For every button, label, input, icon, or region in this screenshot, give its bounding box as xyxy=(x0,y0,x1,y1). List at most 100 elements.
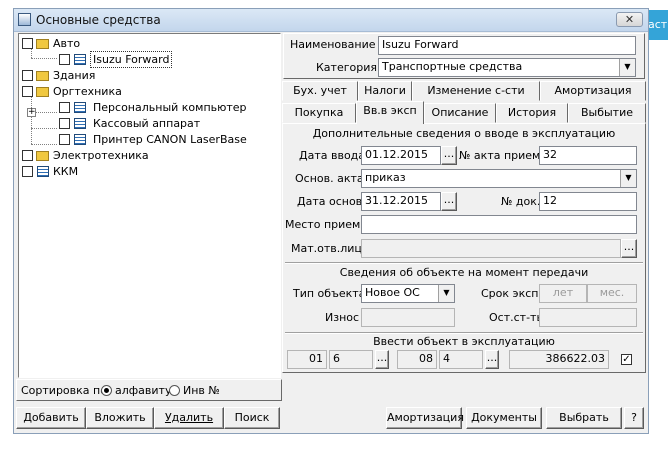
residual-input[interactable] xyxy=(539,308,637,327)
sort-option-alpha[interactable]: алфавиту xyxy=(115,384,171,397)
basis-date-picker-button[interactable]: ... xyxy=(441,192,457,211)
sort-radio-inv[interactable] xyxy=(169,385,180,396)
tree-checkbox[interactable] xyxy=(22,166,33,177)
tree-checkbox[interactable] xyxy=(59,102,70,113)
title-bar[interactable]: Основные средства ✕ xyxy=(14,9,648,32)
table-icon xyxy=(74,54,86,65)
basis-value: приказ xyxy=(365,171,406,184)
chevron-down-icon[interactable]: ▼ xyxy=(438,285,454,302)
table-icon xyxy=(74,118,86,129)
folder-icon xyxy=(36,39,49,49)
wear-label: Износ xyxy=(325,311,360,324)
table-icon xyxy=(74,134,86,145)
tree-item-office[interactable]: Оргтехника xyxy=(53,84,122,99)
category-label: Категория xyxy=(316,61,377,74)
tab-commissioning[interactable]: Вв.в эксп xyxy=(356,101,424,124)
tree-checkbox[interactable] xyxy=(59,54,70,65)
tree-checkbox[interactable] xyxy=(22,150,33,161)
tree-checkbox[interactable] xyxy=(59,134,70,145)
app-icon xyxy=(18,13,31,26)
tab-taxes[interactable]: Налоги xyxy=(358,81,412,101)
tree-item-cash[interactable]: Кассовый аппарат xyxy=(93,116,200,131)
doc-no-label: № док. xyxy=(501,195,541,208)
documents-button[interactable]: Документы xyxy=(466,407,542,429)
date-input[interactable]: 01.12.2015 xyxy=(361,146,441,165)
tree-checkbox[interactable] xyxy=(22,70,33,81)
doc-no-input[interactable]: 12 xyxy=(539,192,637,211)
tree-item-auto[interactable]: Авто xyxy=(53,36,80,51)
tab-description[interactable]: Описание xyxy=(424,103,496,123)
term-months-input[interactable]: мес. xyxy=(587,284,637,303)
tree-item-buildings[interactable]: Здания xyxy=(53,68,95,83)
background-window-edge: аст xyxy=(648,10,668,40)
tab-purchase[interactable]: Покупка xyxy=(282,103,356,123)
tab-content-panel: Дополнительные сведения о вводе в эксплу… xyxy=(282,123,646,373)
tab-history[interactable]: История xyxy=(496,103,568,123)
basis-select[interactable]: приказ ▼ xyxy=(361,169,637,188)
tab-buh[interactable]: Бух. учет xyxy=(282,81,358,101)
commission-checkbox[interactable]: ✓ xyxy=(621,354,632,365)
period-field-3[interactable]: 08 xyxy=(397,350,437,369)
chevron-down-icon[interactable]: ▼ xyxy=(620,170,636,187)
tree-item-printer[interactable]: Принтер CANON LaserBase xyxy=(93,132,247,147)
intro-title: Дополнительные сведения о вводе в эксплу… xyxy=(312,127,616,140)
help-button[interactable]: ? xyxy=(624,407,644,429)
table-icon xyxy=(74,102,86,113)
divider xyxy=(285,332,643,334)
term-years-input[interactable]: лет xyxy=(539,284,587,303)
header-panel: Наименование Isuzu Forward Категория Тра… xyxy=(283,33,645,79)
basis-date-input[interactable]: 31.12.2015 xyxy=(361,192,441,211)
tree-checkbox[interactable] xyxy=(22,38,33,49)
category-select[interactable]: Транспортные средства ▼ xyxy=(378,58,636,77)
responsible-input[interactable] xyxy=(361,239,621,258)
name-field[interactable]: Isuzu Forward xyxy=(378,36,636,55)
tree-connector xyxy=(35,112,57,113)
sort-option-inv[interactable]: Инв № xyxy=(183,384,220,397)
tree-item-pc[interactable]: Персональный компьютер xyxy=(93,100,247,115)
tree-item-isuzu[interactable]: Isuzu Forward xyxy=(89,51,173,68)
period-picker-button-2[interactable]: ... xyxy=(485,350,499,369)
window-title: Основные средства xyxy=(36,13,161,27)
tree-item-kkm[interactable]: ККМ xyxy=(53,164,78,179)
amount-field[interactable]: 386622.03 xyxy=(509,350,609,369)
tab-disposal[interactable]: Выбытие xyxy=(568,103,646,123)
tree-item-electro[interactable]: Электротехника xyxy=(53,148,149,163)
tab-amortization[interactable]: Амортизация xyxy=(540,81,646,101)
folder-icon xyxy=(36,71,49,81)
act-no-input[interactable]: 32 xyxy=(539,146,637,165)
sort-label: Сортировка по xyxy=(21,384,107,397)
select-button[interactable]: Выбрать xyxy=(546,407,622,429)
folder-icon xyxy=(36,151,49,161)
place-input[interactable] xyxy=(361,215,637,234)
tree-checkbox[interactable] xyxy=(59,118,70,129)
tree-checkbox[interactable] xyxy=(22,86,33,97)
close-button[interactable]: ✕ xyxy=(616,12,643,27)
residual-label: Ост.ст-ть xyxy=(489,311,543,324)
sort-panel: Сортировка по алфавиту Инв № xyxy=(16,379,282,401)
tree-panel[interactable]: Авто Isuzu Forward Здания Оргтехника + П… xyxy=(18,33,281,378)
object-type-label: Тип объекта xyxy=(293,287,366,300)
period-field-1[interactable]: 01 xyxy=(287,350,327,369)
responsible-picker-button[interactable]: ... xyxy=(621,239,637,258)
basis-label: Основ. акта xyxy=(295,172,364,185)
main-window: Основные средства ✕ Авто Isuzu Forward З… xyxy=(13,8,649,434)
chevron-down-icon[interactable]: ▼ xyxy=(619,59,635,76)
tab-value-change[interactable]: Изменение с-сти xyxy=(412,81,540,101)
date-label: Дата ввода xyxy=(299,149,366,162)
category-value: Транспортные средства xyxy=(382,60,523,73)
insert-button[interactable]: Вложить xyxy=(86,407,154,429)
object-type-select[interactable]: Новое ОС ▼ xyxy=(361,284,455,303)
amortization-button[interactable]: Амортизация xyxy=(386,407,464,429)
date-picker-button[interactable]: ... xyxy=(441,146,457,165)
sort-radio-alpha[interactable] xyxy=(101,385,112,396)
wear-input[interactable] xyxy=(361,308,455,327)
expand-icon[interactable]: + xyxy=(27,108,36,117)
period-field-2[interactable]: 6 xyxy=(329,350,373,369)
search-button[interactable]: Поиск xyxy=(224,407,280,429)
transfer-title: Сведения об объекте на момент передачи xyxy=(339,266,589,279)
add-button[interactable]: Добавить xyxy=(16,407,86,429)
tree-connector xyxy=(31,48,32,58)
period-picker-button[interactable]: ... xyxy=(375,350,389,369)
period-field-4[interactable]: 4 xyxy=(439,350,483,369)
delete-button[interactable]: Удалить xyxy=(154,407,224,429)
